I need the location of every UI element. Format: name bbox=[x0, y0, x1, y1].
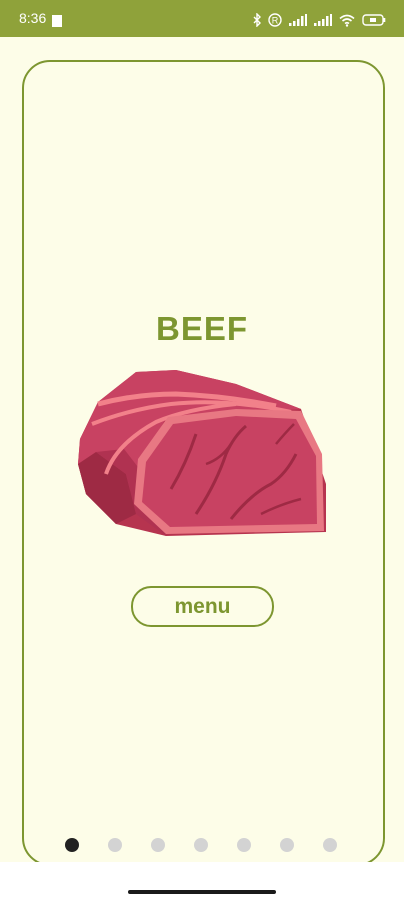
status-icons: R bbox=[253, 11, 386, 29]
wifi-icon bbox=[339, 14, 355, 27]
battery-icon bbox=[362, 14, 386, 26]
menu-button[interactable]: menu bbox=[131, 586, 274, 627]
status-bar: 8:36 R bbox=[0, 0, 404, 37]
page-indicator bbox=[65, 838, 337, 852]
beef-image bbox=[78, 370, 326, 536]
status-time: 8:36 bbox=[19, 10, 47, 26]
signal-icon bbox=[314, 14, 332, 26]
svg-text:R: R bbox=[272, 16, 279, 26]
notification-icon bbox=[52, 15, 62, 27]
home-indicator[interactable] bbox=[128, 890, 276, 894]
registered-icon: R bbox=[268, 13, 282, 27]
page-dot-3[interactable] bbox=[151, 838, 165, 852]
page-dot-4[interactable] bbox=[194, 838, 208, 852]
page-dot-5[interactable] bbox=[237, 838, 251, 852]
navigation-bar bbox=[0, 862, 404, 900]
page-dot-6[interactable] bbox=[280, 838, 294, 852]
page-title: BEEF bbox=[155, 310, 248, 347]
bluetooth-icon bbox=[253, 13, 261, 27]
page-dot-1[interactable] bbox=[65, 838, 79, 852]
signal-icon bbox=[289, 14, 307, 26]
page-dot-2[interactable] bbox=[108, 838, 122, 852]
page-dot-7[interactable] bbox=[323, 838, 337, 852]
